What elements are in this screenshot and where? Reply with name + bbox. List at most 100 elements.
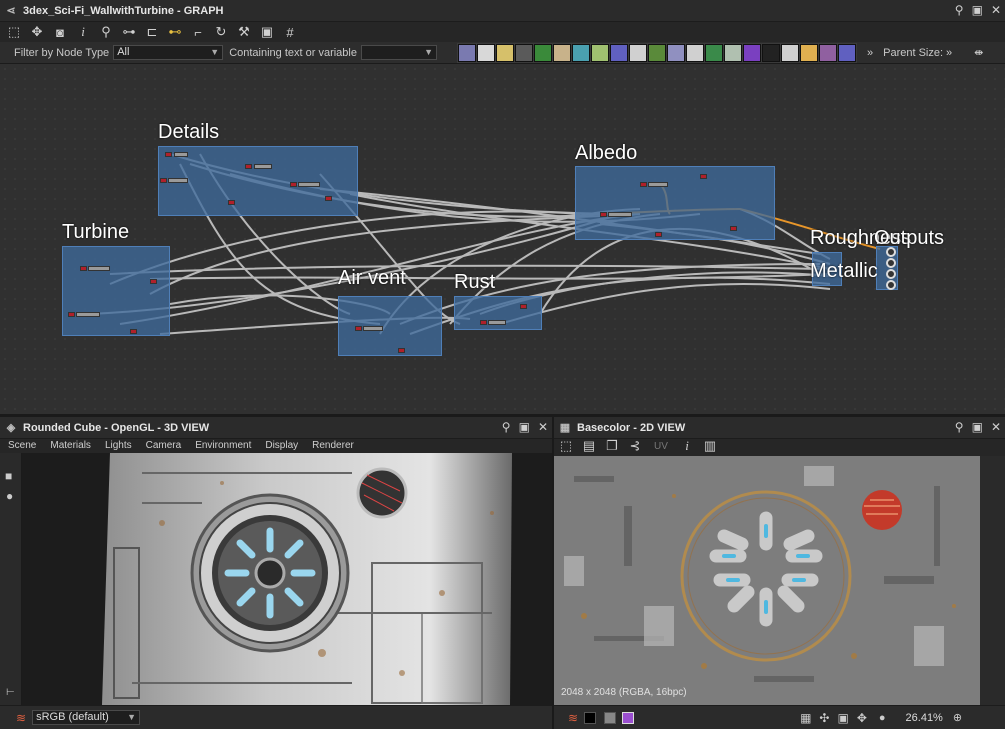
graph-node[interactable]: [325, 196, 332, 201]
frame-air-vent[interactable]: [338, 296, 442, 356]
histogram-icon[interactable]: ▥: [700, 437, 720, 455]
node-type-chip[interactable]: [837, 43, 856, 62]
camera-icon[interactable]: ◙: [50, 23, 70, 41]
graph-node[interactable]: [700, 174, 707, 179]
frame-fit-icon[interactable]: ▣: [837, 711, 848, 725]
node-type-chip[interactable]: [761, 43, 780, 62]
graph-node[interactable]: [640, 182, 647, 187]
node-type-chip[interactable]: [495, 43, 514, 62]
close-icon[interactable]: ✕: [538, 420, 548, 434]
node-type-chip[interactable]: [552, 43, 571, 62]
move-icon[interactable]: ✥: [27, 23, 47, 41]
copy-icon[interactable]: ❐: [602, 437, 622, 455]
maximize-icon[interactable]: ▣: [519, 420, 530, 434]
black-swatch[interactable]: [584, 711, 597, 724]
graph-node[interactable]: [68, 312, 75, 317]
node-type-chip[interactable]: [723, 43, 742, 62]
pin-icon[interactable]: ⚲: [955, 3, 964, 17]
graph-node[interactable]: [150, 279, 157, 284]
graph-node[interactable]: [600, 212, 607, 217]
refresh-icon[interactable]: ↻: [211, 23, 231, 41]
node-type-chip[interactable]: [476, 43, 495, 62]
pin-node-icon[interactable]: ⌐: [188, 23, 208, 41]
graph-node[interactable]: [88, 266, 110, 271]
menu-camera[interactable]: Camera: [146, 440, 182, 451]
zoom-in-icon[interactable]: ⊕: [953, 711, 962, 724]
export-icon[interactable]: ▣: [257, 23, 277, 41]
graph-node[interactable]: [608, 212, 632, 217]
graph-node[interactable]: [398, 348, 405, 353]
more-chevron-icon[interactable]: »: [867, 47, 873, 59]
info-icon[interactable]: i: [73, 23, 93, 41]
node-type-chip[interactable]: [780, 43, 799, 62]
connect-icon[interactable]: ⊶: [119, 23, 139, 41]
menu-display[interactable]: Display: [265, 440, 298, 451]
frame-details[interactable]: [158, 146, 358, 216]
graph-node[interactable]: [80, 266, 87, 271]
frame-turbine[interactable]: [62, 246, 170, 336]
uv-toggle[interactable]: UV: [648, 437, 674, 455]
node-type-chip[interactable]: [704, 43, 723, 62]
camera-icon[interactable]: ■: [5, 469, 12, 483]
compare-icon[interactable]: ⇼: [974, 46, 983, 59]
graph-node[interactable]: [76, 312, 100, 317]
node-type-chip[interactable]: [457, 43, 476, 62]
parent-size-chevron-icon[interactable]: »: [946, 47, 952, 59]
output-port[interactable]: [886, 269, 896, 279]
node-type-chip[interactable]: [628, 43, 647, 62]
node-type-chip[interactable]: [590, 43, 609, 62]
graph-node[interactable]: [228, 200, 235, 205]
graph-node[interactable]: [174, 152, 188, 157]
fit-view-icon[interactable]: ⬚: [4, 23, 24, 41]
tile-icon[interactable]: ✣: [819, 711, 829, 725]
node-type-chip[interactable]: [742, 43, 761, 62]
grid-icon[interactable]: ▦: [800, 711, 811, 725]
graph-node[interactable]: [488, 320, 506, 325]
color-channel-icon[interactable]: [622, 711, 635, 724]
view3d-viewport[interactable]: [22, 453, 552, 705]
link-icon[interactable]: ⊷: [165, 23, 185, 41]
graph-node[interactable]: [245, 164, 252, 169]
graph-node[interactable]: [165, 152, 172, 157]
node-type-chip[interactable]: [647, 43, 666, 62]
fit-icon[interactable]: ⬚: [556, 437, 576, 455]
light-icon[interactable]: ●: [6, 489, 13, 503]
menu-lights[interactable]: Lights: [105, 440, 132, 451]
graph-node[interactable]: [160, 178, 167, 183]
node-type-chip[interactable]: [571, 43, 590, 62]
hierarchy-icon[interactable]: ⊢: [6, 687, 15, 698]
graph-node[interactable]: [290, 182, 297, 187]
close-icon[interactable]: ✕: [991, 3, 1001, 17]
graph-node[interactable]: [480, 320, 487, 325]
graph-node[interactable]: [655, 232, 662, 237]
share-icon[interactable]: ⊰: [625, 437, 645, 455]
pin-icon[interactable]: ⚲: [955, 420, 964, 434]
node-type-chip[interactable]: [609, 43, 628, 62]
node-type-chip[interactable]: [685, 43, 704, 62]
close-icon[interactable]: ✕: [991, 420, 1001, 434]
node-type-chip[interactable]: [533, 43, 552, 62]
crop-icon[interactable]: #: [280, 23, 300, 41]
view2d-canvas[interactable]: 2048 x 2048 (RGBA, 16bpc): [554, 456, 980, 705]
maximize-icon[interactable]: ▣: [972, 420, 983, 434]
zoom-value[interactable]: 26.41%: [906, 712, 943, 724]
graph-node[interactable]: [363, 326, 383, 331]
info-icon[interactable]: i: [677, 437, 697, 455]
maximize-icon[interactable]: ▣: [972, 3, 983, 17]
output-port[interactable]: [886, 280, 896, 290]
graph-node[interactable]: [254, 164, 272, 169]
layers-icon[interactable]: ≋: [568, 711, 578, 725]
graph-node[interactable]: [355, 326, 362, 331]
node-type-chip[interactable]: [514, 43, 533, 62]
menu-scene[interactable]: Scene: [8, 440, 36, 451]
save-icon[interactable]: ▤: [579, 437, 599, 455]
containing-text-input[interactable]: ▼: [360, 45, 437, 60]
graph-node[interactable]: [298, 182, 320, 187]
pin-icon[interactable]: ⚲: [502, 420, 511, 434]
graph-node[interactable]: [730, 226, 737, 231]
output-port[interactable]: [886, 247, 896, 257]
colorspace-select[interactable]: sRGB (default) ▼: [32, 710, 141, 725]
graph-node[interactable]: [168, 178, 188, 183]
menu-materials[interactable]: Materials: [50, 440, 91, 451]
node-type-chip[interactable]: [818, 43, 837, 62]
